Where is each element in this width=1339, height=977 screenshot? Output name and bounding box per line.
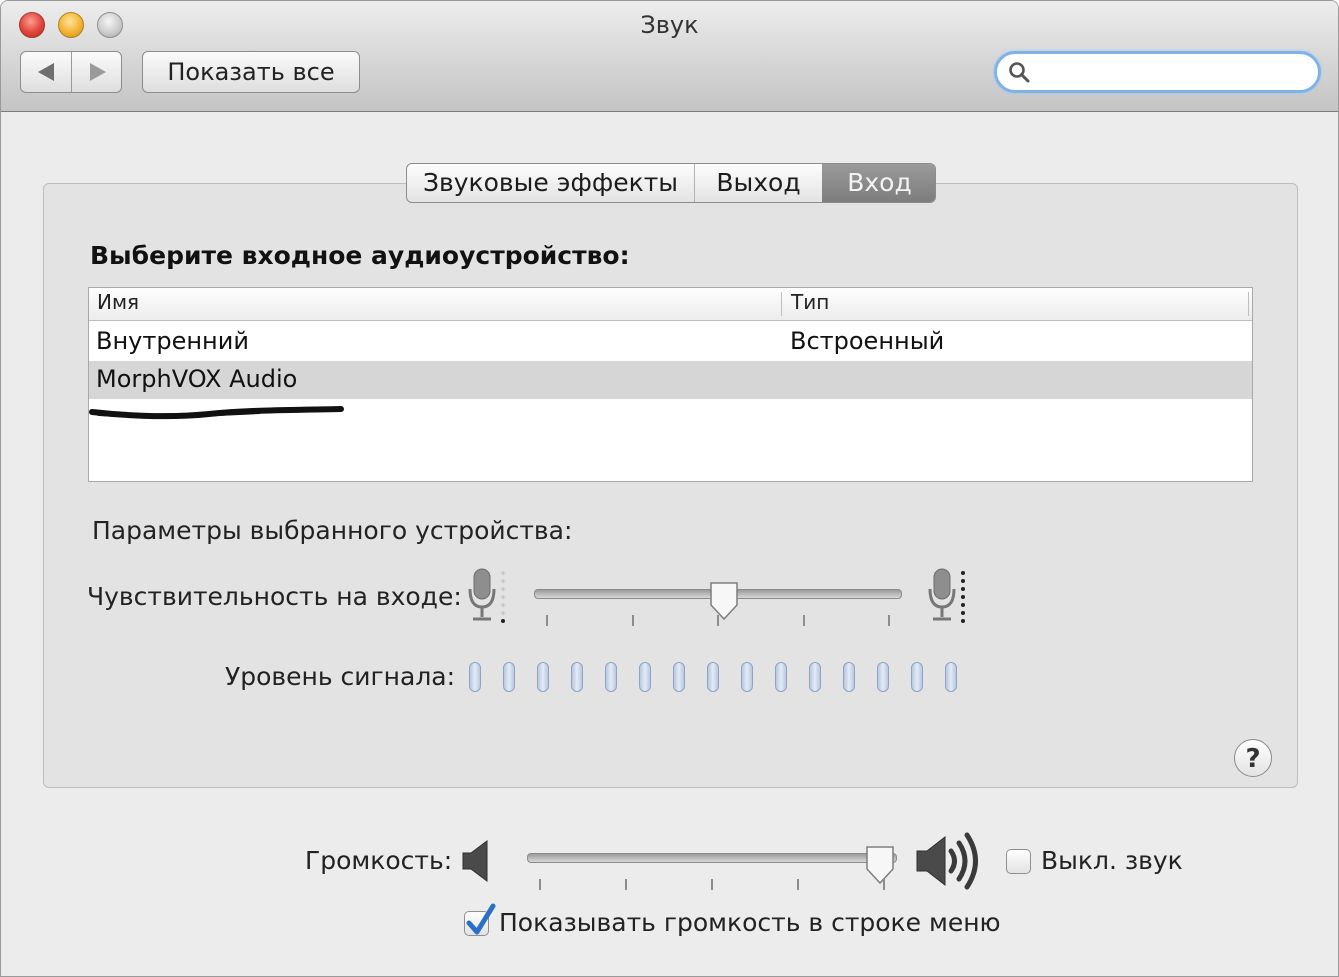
search-field[interactable] [994,51,1321,93]
input-sensitivity-label: Чувствительность на входе: [87,582,462,611]
device-name: Внутренний [96,327,249,355]
volume-tick [883,879,885,890]
table-row-selected[interactable]: MorphVOX Audio [89,361,1252,399]
signal-level-bar [707,662,719,692]
redaction-scribble [89,406,344,420]
tab-input[interactable]: Вход [822,164,935,202]
column-header-type[interactable]: Тип [791,290,829,314]
output-volume-slider[interactable] [527,853,897,863]
signal-level-bar [605,662,617,692]
input-device-heading: Выберите входное аудиоустройство: [90,241,630,270]
show-volume-in-menu-checkbox[interactable] [464,903,496,936]
table-header: Имя Тип [89,288,1252,321]
volume-tick [797,879,799,890]
sensitivity-tick [717,615,719,626]
signal-level-bar [809,662,821,692]
signal-level-bar [639,662,651,692]
help-button[interactable]: ? [1234,739,1272,777]
tab-bar: Звуковые эффекты Выход Вход [406,163,936,203]
signal-level-label: Уровень сигнала: [225,662,456,691]
column-divider [1248,292,1249,316]
show-volume-in-menu-label: Показывать громкость в строке меню [499,908,1001,937]
signal-level-bar [469,662,481,692]
checkmark-icon [466,903,496,935]
signal-level-bar [877,662,889,692]
volume-tick [625,879,627,890]
signal-level-bar [945,662,957,692]
signal-level-bar [775,662,787,692]
volume-label: Громкость: [305,846,453,875]
mute-label: Выкл. звук [1041,846,1183,875]
sensitivity-tick [546,615,548,626]
show-all-button[interactable]: Показать все [142,51,360,93]
speaker-low-icon [462,840,488,882]
output-volume-slider-thumb[interactable] [864,845,896,887]
back-button[interactable] [21,52,72,92]
navigation-segment [20,51,122,93]
signal-level-bar [571,662,583,692]
input-device-table: Имя Тип Внутренний Встроенный MorphVOX A… [88,287,1253,482]
tab-output[interactable]: Выход [695,164,823,202]
tab-sound-effects[interactable]: Звуковые эффекты [407,164,695,202]
sensitivity-tick [888,615,890,626]
microphone-low-icon [468,568,505,623]
table-row[interactable]: Внутренний Встроенный [89,323,1252,361]
device-name: MorphVOX Audio [96,365,298,393]
sound-preferences-window: Звук Показать все Звуковые эффекты Выход… [0,0,1339,977]
microphone-high-icon [928,568,965,623]
sensitivity-tick [631,615,634,626]
titlebar: Звук Показать все [1,1,1338,112]
speaker-high-icon [916,832,978,890]
magnifier-icon [1009,62,1030,83]
volume-tick [711,879,713,890]
tab-content-panel [43,183,1298,788]
forward-button[interactable] [72,52,122,92]
mute-checkbox[interactable] [1006,849,1031,874]
signal-level-bar [503,662,515,692]
signal-level-bar [741,662,753,692]
signal-level-bar [843,662,855,692]
chevron-right-icon [90,63,106,81]
volume-tick [539,879,541,890]
device-type: Встроенный [790,327,945,355]
signal-level-bar [537,662,549,692]
input-sensitivity-slider-thumb[interactable] [708,581,740,623]
sensitivity-tick [802,615,805,626]
column-divider [781,292,782,316]
window-title: Звук [640,11,699,39]
signal-level-bar [911,662,923,692]
device-parameters-label: Параметры выбранного устройства: [92,516,573,545]
column-header-name[interactable]: Имя [97,290,139,314]
chevron-left-icon [38,63,54,81]
signal-level-bar [673,662,685,692]
